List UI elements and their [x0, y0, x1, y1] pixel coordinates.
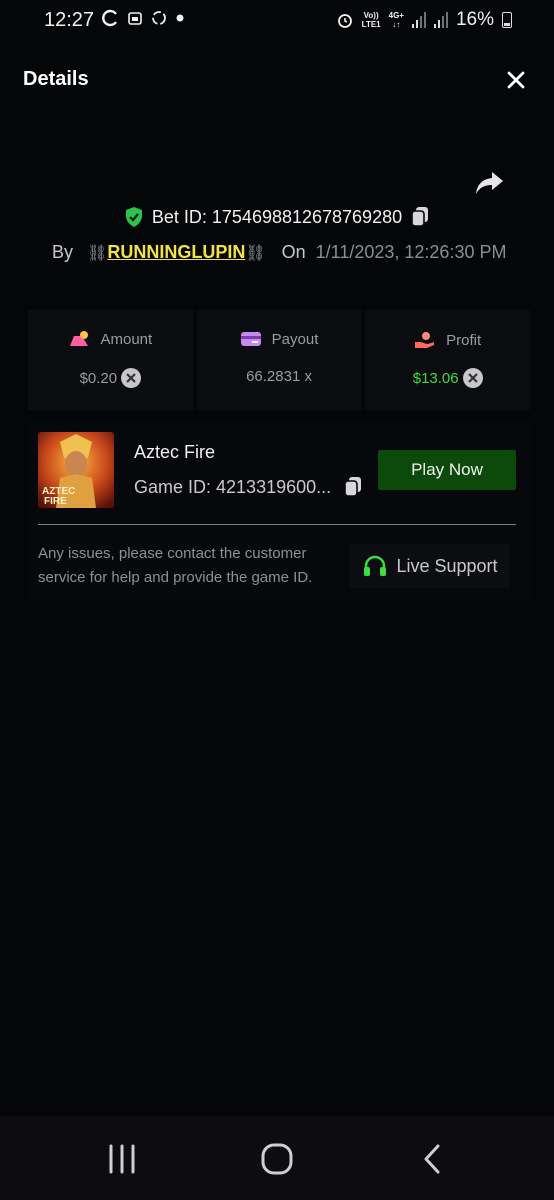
status-time: 12:27: [44, 9, 95, 31]
page-title: Details: [23, 68, 89, 90]
live-support-button[interactable]: Live Support: [350, 544, 510, 588]
amount-icon: [70, 331, 89, 346]
profit-label: Profit: [446, 331, 482, 349]
net-type-label: 4G+: [388, 11, 404, 20]
by-label: By: [52, 242, 74, 262]
status-right-icons: Vo)) LTE1 4G+ ↓↑ 16%: [336, 9, 512, 31]
share-icon[interactable]: [472, 168, 506, 198]
bet-id-row: Bet ID: 1754698812678769280: [0, 206, 554, 228]
stat-profit: Profit $13.06: [365, 310, 531, 410]
system-nav-bar: [0, 1116, 554, 1200]
network-indicator: Vo)) LTE1: [362, 11, 381, 29]
game-thumbnail[interactable]: AZTEC FIRE: [38, 432, 114, 508]
profit-hand-icon: [415, 332, 435, 348]
copy-icon[interactable]: [343, 476, 363, 498]
bet-stats: Amount $0.20 Payout 66.2831 x Profit $13…: [28, 310, 531, 410]
network-lte: LTE1: [361, 20, 381, 29]
currency-coin-icon: [121, 368, 142, 388]
on-label: On: [281, 242, 306, 262]
signal-icon: [411, 12, 426, 28]
data-arrows-icon: ↓↑: [392, 20, 401, 29]
sync-icon: [102, 9, 117, 27]
status-bar: 12:27 Vo)) LTE1 4G+ ↓↑ 16%: [0, 0, 554, 44]
live-support-label: Live Support: [396, 555, 498, 576]
status-left-icons: [102, 9, 184, 27]
amount-label: Amount: [100, 330, 153, 348]
thumb-subtitle: FIRE: [44, 496, 67, 507]
recycle-icon: [152, 11, 166, 25]
copy-icon[interactable]: [410, 206, 430, 228]
headset-icon: [364, 555, 387, 576]
net-type: 4G+ ↓↑: [389, 11, 404, 29]
alarm-icon: [337, 14, 352, 28]
recent-apps-icon[interactable]: [102, 1142, 142, 1176]
chain-icon: ⛓: [87, 244, 108, 262]
stat-payout: Payout 66.2831 x: [196, 310, 362, 410]
network-volte: Vo)): [363, 11, 379, 20]
chain-icon: ⛓: [245, 244, 266, 262]
bet-author-row: By ⛓ RUNNINGLUPIN ⛓ On 1/11/2023, 12:26:…: [52, 242, 506, 263]
game-id-row: Game ID: 4213319600...: [134, 476, 363, 498]
profit-value: $13.06: [412, 369, 459, 387]
currency-coin-icon: [462, 368, 483, 388]
card-icon: [240, 332, 261, 346]
game-name: Aztec Fire: [134, 442, 216, 462]
dot-icon: [176, 14, 184, 22]
back-icon[interactable]: [412, 1142, 452, 1176]
signal-2-icon: [433, 12, 448, 28]
calendar-icon: [128, 12, 142, 25]
bet-id: Bet ID: 1754698812678769280: [151, 206, 403, 227]
support-message: Any issues, please contact the customer …: [38, 545, 313, 586]
username-link[interactable]: RUNNINGLUPIN: [107, 242, 245, 263]
play-now-button[interactable]: Play Now: [378, 450, 516, 490]
amount-value: $0.20: [79, 369, 118, 387]
home-icon[interactable]: [257, 1142, 297, 1176]
divider: [38, 524, 516, 525]
shield-check-icon: [125, 207, 142, 227]
game-card: AZTEC FIRE Aztec Fire Game ID: 421331960…: [28, 420, 530, 600]
stat-amount: Amount $0.20: [28, 310, 193, 410]
bet-date: 1/11/2023, 12:26:30 PM: [315, 242, 507, 262]
game-id: Game ID: 4213319600...: [134, 476, 332, 497]
payout-label: Payout: [271, 330, 319, 348]
battery-icon: [502, 12, 512, 28]
close-icon[interactable]: [502, 66, 530, 94]
payout-value: 66.2831 x: [246, 368, 312, 385]
battery-percent: 16%: [455, 9, 494, 30]
